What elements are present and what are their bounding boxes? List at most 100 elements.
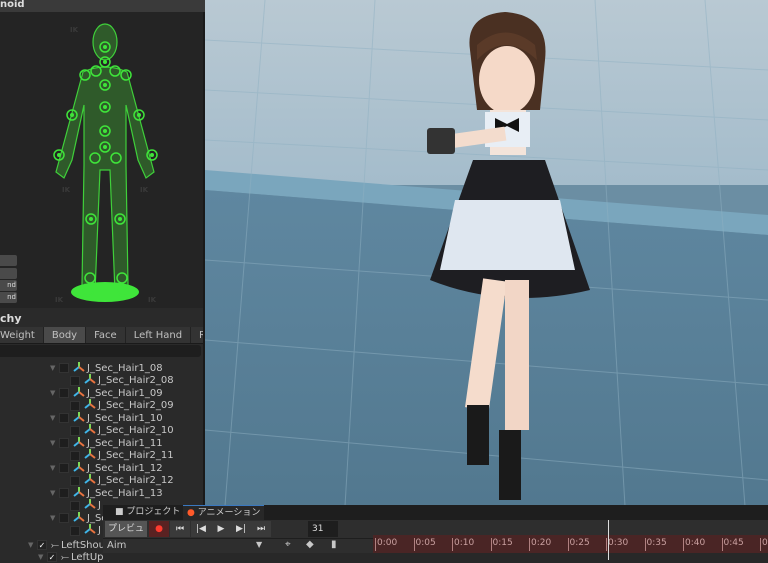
folder-icon: ■ (115, 507, 127, 517)
expand-triangle-icon[interactable]: ▼ (50, 364, 59, 372)
tab-weight[interactable]: Weight (0, 327, 44, 343)
bone-checkbox[interactable] (70, 450, 80, 461)
bone-icon (84, 499, 98, 512)
bone-label: J_Sec_Hair2_08 (98, 375, 174, 386)
tree-row[interactable]: ▼ ✓ ⤚ LeftShou (28, 539, 105, 551)
ruler-tick-label: 0:00 (374, 538, 398, 551)
tree-row[interactable]: ▼ J_Sec_Hair1_10 (50, 411, 163, 424)
tree-row[interactable]: ▼ J_Sec_Hair1_09 (50, 386, 163, 399)
tree-row[interactable]: J_Sec_Hair2_11 (70, 449, 174, 462)
bone-checkbox[interactable] (59, 363, 69, 373)
tree-row[interactable]: J_Sec_Hair2_10 (70, 424, 174, 437)
expand-triangle-icon[interactable]: ▼ (50, 464, 59, 472)
tree-row[interactable]: ▼ J_Sec_Hair1_12 (50, 461, 163, 474)
bone-checkbox[interactable] (70, 425, 80, 436)
ruler-tick-label: 0:25 (567, 538, 590, 551)
tree-row[interactable]: J_Sec_Hair2_08 (70, 374, 174, 387)
crosshair-icon[interactable]: ⌖ (285, 539, 291, 550)
bone-checkbox[interactable] (59, 413, 69, 423)
tab-face[interactable]: Face (86, 327, 126, 343)
ruler-tick-label: 0:05 (413, 538, 436, 551)
play-button[interactable]: ▶ (211, 521, 231, 537)
inspector-panel: noid IK IK IK IK IK nd nd chy Weight Bod… (0, 0, 205, 563)
expand-triangle-icon[interactable]: ▼ (28, 541, 37, 549)
tree-row[interactable]: J_Sec_Hair2_09 (70, 399, 174, 412)
scene-viewport[interactable] (205, 0, 768, 506)
tree-row[interactable]: ▼ J_Sec_Hair1_13 (50, 486, 163, 500)
chevron-down-icon[interactable]: ▼ (256, 540, 262, 549)
bone-label: LeftUp (71, 551, 104, 563)
playhead[interactable] (608, 520, 609, 560)
add-keyframe-icon[interactable]: ◆ (306, 539, 314, 550)
bone-icon (84, 524, 98, 537)
bone-checkbox[interactable]: ✓ (47, 552, 57, 562)
bone-checkbox[interactable] (70, 400, 80, 411)
first-keyframe-button[interactable]: ⏮ (170, 521, 190, 537)
bone-checkbox[interactable] (70, 475, 80, 486)
bone-label: J_Sec_Hair1_08 (87, 362, 163, 374)
tree-row[interactable]: ▼ J_Se (50, 511, 107, 525)
clip-dropdown[interactable]: Aim (107, 540, 126, 551)
tree-row[interactable]: ▼ J_Sec_Hair1_08 (50, 361, 163, 374)
hierarchy-search-input[interactable] (0, 345, 201, 357)
record-button[interactable]: ● (149, 521, 169, 537)
bone-icon: ⤚ (51, 539, 59, 551)
bone-checkbox[interactable] (59, 488, 69, 498)
tab-animation[interactable]: ● アニメーション (183, 505, 265, 520)
humanoid-figure[interactable] (0, 12, 203, 308)
bone-label: J_Sec_Hair2_09 (98, 400, 174, 411)
frame-input[interactable]: 31 (308, 521, 338, 537)
bone-checkbox[interactable] (59, 388, 69, 398)
next-keyframe-button[interactable]: ▶| (231, 521, 251, 537)
ruler-tick-label: 0:10 (451, 538, 475, 551)
bone-label: J (98, 500, 101, 511)
preview-button[interactable]: プレビュー (105, 521, 147, 550)
ik-toggle-head[interactable]: IK (70, 26, 78, 34)
avatar-header: noid (0, 0, 205, 12)
bone-icon (73, 486, 87, 500)
expand-triangle-icon[interactable]: ▼ (50, 389, 59, 397)
side-button-2[interactable] (0, 268, 17, 279)
bone-checkbox[interactable] (59, 463, 69, 473)
tab-right-hand[interactable]: Ri (191, 327, 203, 343)
tab-left-hand[interactable]: Left Hand (126, 327, 192, 343)
bone-icon (73, 436, 87, 450)
side-button-4[interactable]: nd (0, 292, 17, 303)
tree-row[interactable]: J_Sec_Hair2_12 (70, 474, 174, 487)
bone-icon (84, 449, 98, 462)
tree-row[interactable]: ▼ ✓ ⤚ LeftUp (38, 551, 103, 563)
bone-icon: ⤚ (61, 551, 69, 563)
bone-checkbox[interactable] (70, 525, 80, 536)
bone-checkbox[interactable] (59, 513, 69, 523)
tab-body[interactable]: Body (43, 327, 87, 343)
side-button-3[interactable]: nd (0, 280, 17, 291)
ruler-tick-label: 0:35 (644, 538, 667, 551)
expand-triangle-icon[interactable]: ▼ (50, 514, 59, 522)
bone-checkbox[interactable] (59, 438, 69, 448)
bone-icon (73, 511, 87, 525)
tab-project[interactable]: ■ プロジェクト (111, 505, 184, 520)
bone-icon (84, 474, 98, 487)
last-keyframe-button[interactable]: ⏭ (251, 521, 271, 537)
bone-label: J_Sec_Hair1_12 (87, 462, 163, 474)
add-event-icon[interactable]: ▮ (331, 539, 337, 550)
bone-icon (84, 424, 98, 437)
ik-toggle-right-foot[interactable]: IK (148, 296, 156, 304)
tree-row[interactable]: J (70, 524, 101, 537)
ik-toggle-left-foot[interactable]: IK (55, 296, 63, 304)
side-button-1[interactable] (0, 255, 17, 266)
timeline-ruler[interactable]: 0:00 0:05 0:10 0:15 0:20 0:25 0:30 0:35 0:40 0:45… (373, 535, 768, 553)
bone-checkbox[interactable] (70, 500, 80, 511)
ik-toggle-left-hand[interactable]: IK (62, 186, 70, 194)
bone-checkbox[interactable] (70, 375, 80, 386)
bone-checkbox[interactable]: ✓ (37, 540, 47, 550)
ik-toggle-right-hand[interactable]: IK (140, 186, 148, 194)
expand-triangle-icon[interactable]: ▼ (50, 439, 59, 447)
expand-triangle-icon[interactable]: ▼ (50, 489, 59, 497)
prev-keyframe-button[interactable]: |◀ (191, 521, 211, 537)
tree-row[interactable]: ▼ J_Sec_Hair1_11 (50, 436, 163, 450)
bone-label: J_Sec_Hair2_12 (98, 475, 174, 486)
tree-row[interactable]: J (70, 499, 101, 512)
ruler-tick-label: 0:40 (682, 538, 706, 551)
expand-triangle-icon[interactable]: ▼ (50, 414, 59, 422)
